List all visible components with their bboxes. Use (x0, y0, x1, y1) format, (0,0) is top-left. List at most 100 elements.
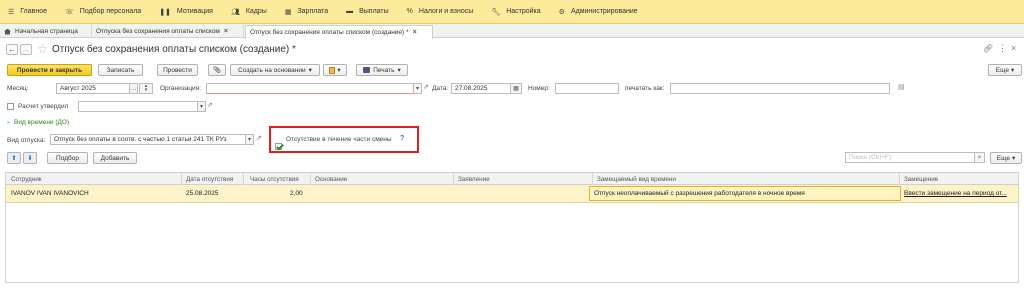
organization-label: Организация: (160, 85, 202, 92)
menu-item-7[interactable]: 🔧︎ Настройка (491, 8, 540, 16)
help-icon[interactable]: ? (400, 135, 404, 142)
menu-item-label: Кадры (245, 8, 267, 15)
report-menu-button[interactable]: ▾ (323, 64, 347, 76)
menu-lines-icon: ☰ (8, 8, 15, 16)
column-header[interactable]: Замещаемый вид времени (597, 176, 676, 183)
move-up-button[interactable]: ⬆ (7, 152, 21, 164)
table-more-label: Еще (996, 154, 1010, 162)
star-icon[interactable]: ☆ (37, 42, 48, 56)
calendar-button[interactable]: ▦ (511, 83, 522, 94)
chevron-right-icon: › (7, 119, 10, 126)
table-row[interactable]: IVANOV IVAN IVANOVICH 25.08.2025 2,00 От… (5, 185, 1019, 203)
table-header: Сотрудник Дата отсутствия Часы отсутстви… (5, 172, 1019, 185)
tab-home[interactable]: Начальная страница (0, 25, 92, 38)
time-type-cell[interactable]: Отпуск неоплачиваемый с разрешения работ… (589, 186, 901, 201)
table-more-button[interactable]: Еще ▾ (990, 152, 1022, 164)
menu-item-4[interactable]: ▦ Зарплата (285, 8, 328, 16)
menu-item-3[interactable]: 👥︎ Кадры (231, 8, 267, 16)
open-link-icon[interactable]: ⇗ (256, 134, 262, 142)
menu-item-0[interactable]: ☰ Главное (8, 8, 47, 16)
approved-by-dropdown[interactable]: ▾ (198, 101, 206, 112)
menu-item-label: Подбор персонала (79, 8, 142, 15)
more-button[interactable]: Еще ▾ (988, 64, 1022, 76)
main-menu: ☰ Главное ☏ Подбор персонала ❚❚ Мотивация 👥︎ Ка… (0, 0, 1024, 24)
calculator-icon: ▦ (284, 8, 292, 16)
clear-search-button[interactable]: × (975, 152, 985, 163)
forward-button[interactable]: → (20, 44, 32, 55)
hours-cell[interactable]: 2,00 (290, 190, 303, 197)
gear-icon: ⚙ (558, 8, 565, 16)
paperclip-icon: 📎︎ (212, 67, 222, 74)
menu-item-1[interactable]: ☏ Подбор персонала (65, 8, 141, 16)
close-icon: × (977, 154, 982, 161)
attach-button[interactable]: 📎︎ (208, 64, 226, 76)
printer-icon (363, 67, 371, 73)
approved-checkbox[interactable] (7, 103, 14, 110)
month-field[interactable]: Август 2025 (56, 83, 130, 94)
column-header[interactable]: Часы отсутствия (250, 176, 299, 183)
select-button[interactable]: Подбор (47, 152, 88, 164)
close-icon[interactable]: × (224, 28, 228, 35)
replacement-link[interactable]: Ввести замещение на период от... (904, 190, 1007, 197)
save-button[interactable]: Записать (98, 64, 143, 76)
open-link-icon[interactable]: ⇗ (423, 83, 429, 91)
tab-vacations-list[interactable]: Отпуска без сохранения оплаты списком × (92, 25, 244, 38)
more-vertical-icon[interactable]: ⋮ (998, 43, 1007, 54)
column-header[interactable]: Сотрудник (11, 176, 42, 183)
menu-item-8[interactable]: ⚙ Администрирование (559, 8, 638, 16)
add-button[interactable]: Добавить (93, 152, 137, 164)
open-link-icon[interactable]: ⇗ (207, 101, 213, 109)
close-icon[interactable]: × (413, 29, 417, 36)
organization-dropdown[interactable]: ▾ (414, 83, 422, 94)
month-select-button[interactable]: … (130, 83, 138, 94)
column-header[interactable]: Дата отсутствия (186, 176, 233, 183)
search-input[interactable]: Поиск (Ctrl+F) (845, 152, 975, 163)
move-down-button[interactable]: ⬇ (23, 152, 37, 164)
employee-cell[interactable]: IVANOV IVAN IVANOVICH (11, 190, 89, 197)
date-cell[interactable]: 25.08.2025 (186, 190, 219, 197)
date-field[interactable]: 27.08.2025 (451, 83, 511, 94)
menu-item-6[interactable]: % Налоги и взносы (407, 8, 474, 15)
tab-home-label: Начальная страница (15, 28, 78, 35)
organization-field[interactable] (206, 83, 414, 94)
menu-item-label: Главное (20, 8, 48, 15)
partial-shift-checkbox[interactable] (275, 143, 282, 150)
approved-by-field[interactable] (78, 101, 198, 112)
tab-vacation-create[interactable]: Отпуск без сохранения оплаты списком (со… (245, 25, 433, 39)
print-button[interactable]: Печать ▾ (356, 64, 408, 76)
wallet-icon: ▬ (346, 8, 354, 15)
month-label: Месяц: (7, 85, 29, 92)
arrow-left-icon: ← (8, 45, 16, 54)
page-title: Отпуск без сохранения оплаты списком (со… (52, 44, 296, 55)
column-header[interactable]: Основание (315, 176, 347, 183)
link-icon[interactable]: 🔗︎ (983, 44, 993, 53)
menu-item-2[interactable]: ❚❚ Мотивация (159, 8, 213, 16)
post-and-close-button[interactable]: Провести и закрыть (7, 64, 92, 76)
leave-type-label: Вид отпуска: (7, 137, 46, 144)
leave-type-field[interactable]: Отпуск без оплаты в соотв. с частью 1 ст… (50, 134, 246, 145)
column-header[interactable]: Замещение (904, 176, 938, 183)
print-as-field[interactable] (670, 83, 890, 94)
approved-label: Расчет утвердил (18, 103, 69, 110)
close-icon[interactable]: × (1011, 43, 1016, 53)
arrow-up-icon: ⬆ (11, 155, 17, 162)
menu-item-label: Выплаты (359, 8, 389, 15)
back-button[interactable]: ← (6, 44, 18, 55)
menu-item-label: Мотивация (176, 8, 213, 15)
calendar-icon: ▦ (513, 86, 519, 92)
phone-user-icon: ☏ (65, 8, 74, 16)
menu-item-5[interactable]: ▬ Выплаты (346, 8, 389, 15)
leave-type-dropdown[interactable]: ▾ (246, 134, 254, 145)
month-spinner[interactable]: ▴ ▾ (139, 83, 153, 94)
tab-bar: Начальная страница Отпуска без сохранени… (0, 24, 1024, 39)
people-icon: 👥︎ (230, 8, 240, 16)
arrow-right-icon: → (22, 45, 30, 54)
create-based-on-button[interactable]: Создать на основании ▾ (230, 64, 320, 76)
chevron-down-icon: ▾ (1011, 155, 1016, 162)
trophy-icon: ❚❚ (159, 8, 171, 16)
number-field[interactable] (555, 83, 619, 94)
time-type-group[interactable]: › Вид времени (ДО) (7, 119, 69, 126)
grid-icon[interactable]: ▤ (898, 83, 905, 91)
column-header[interactable]: Заявление (458, 176, 490, 183)
post-button[interactable]: Провести (157, 64, 198, 76)
